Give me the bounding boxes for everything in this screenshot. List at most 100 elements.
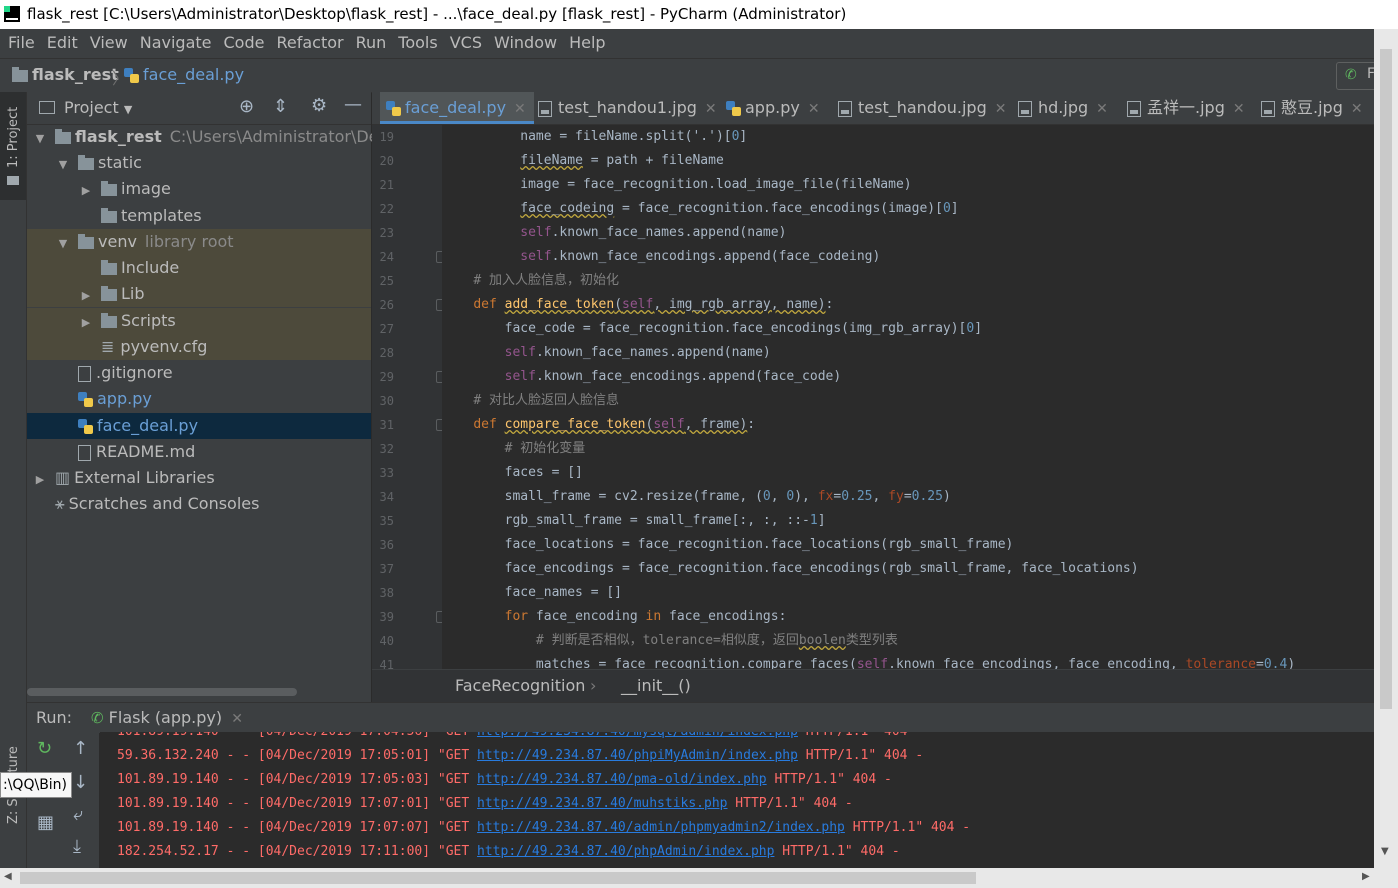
run-tab-flask[interactable]: ✆ Flask (app.py) ✕ bbox=[91, 708, 243, 727]
hide-panel-icon[interactable]: — bbox=[344, 94, 362, 115]
image-file-icon bbox=[838, 100, 852, 117]
run-configuration-widget[interactable]: ✆ F bbox=[1336, 62, 1378, 90]
menu-view[interactable]: View bbox=[84, 29, 134, 57]
run-console[interactable]: 101.89.19.140 - - [04/Dec/2019 17:04:56]… bbox=[100, 732, 1374, 868]
folder-icon bbox=[101, 285, 117, 301]
editor-tab[interactable]: face_deal.py ✕ bbox=[380, 92, 534, 124]
menu-window[interactable]: Window bbox=[488, 29, 563, 57]
breadcrumb-class[interactable]: FaceRecognition bbox=[455, 676, 585, 695]
tree-item[interactable]: ▼ flask_rest C:\Users\Administrator\Deskto… bbox=[27, 124, 423, 152]
horizontal-scrollbar-thumb[interactable] bbox=[20, 872, 976, 884]
editor-tab[interactable]: app.py ✕ bbox=[720, 92, 828, 124]
tree-item[interactable]: ▼ static bbox=[27, 150, 371, 176]
tree-item[interactable]: ▶ ▥ External Libraries bbox=[27, 465, 371, 491]
collapse-arrow-icon[interactable]: ▶ bbox=[79, 178, 93, 204]
locate-crosshair-icon[interactable]: ⊕ bbox=[239, 96, 254, 117]
nav-crumb-file[interactable]: face_deal.py bbox=[124, 65, 244, 84]
log-url-link[interactable]: http://49.234.87.40/admin/phpmyadmin2/in… bbox=[477, 820, 845, 835]
project-view-selector[interactable]: Project ▼ bbox=[64, 98, 132, 117]
close-icon[interactable]: ✕ bbox=[231, 711, 243, 727]
horizontal-scrollbar-thumb[interactable] bbox=[27, 688, 297, 696]
log-text: 101.89.19.140 - - [04/Dec/2019 17:05:03]… bbox=[117, 772, 478, 787]
close-icon[interactable]: ✕ bbox=[1233, 101, 1245, 117]
menu-code[interactable]: Code bbox=[218, 29, 271, 57]
close-icon[interactable]: ✕ bbox=[705, 101, 717, 117]
collapse-arrow-icon[interactable]: ▶ bbox=[79, 310, 93, 336]
python-file-icon bbox=[78, 419, 93, 434]
project-tool-tab[interactable]: 1: Project bbox=[0, 92, 26, 200]
collapse-all-icon[interactable]: ⇕ bbox=[273, 96, 288, 117]
line-number: 28 bbox=[379, 346, 394, 360]
line-number: 21 bbox=[379, 178, 394, 192]
horizontal-scrollbar[interactable]: ◀ ▶ bbox=[0, 868, 1398, 888]
close-icon[interactable]: ✕ bbox=[514, 101, 526, 117]
tree-item[interactable]: app.py bbox=[27, 386, 371, 412]
line-number: 33 bbox=[379, 466, 394, 480]
vertical-scrollbar-thumb[interactable] bbox=[1380, 49, 1392, 709]
tree-item[interactable]: templates bbox=[27, 203, 371, 229]
editor-tab[interactable]: 憨豆.jpg ✕ bbox=[1255, 92, 1371, 124]
editor-tab[interactable]: hd.jpg ✕ bbox=[1012, 92, 1116, 124]
scroll-right-arrow-icon[interactable]: ▶ bbox=[1362, 871, 1370, 882]
collapse-arrow-icon[interactable]: ▶ bbox=[33, 467, 47, 493]
scroll-down-icon[interactable]: ↓ bbox=[73, 772, 88, 793]
library-icon: ▥ bbox=[55, 468, 71, 487]
vertical-scrollbar[interactable]: ▼ bbox=[1374, 29, 1398, 868]
tree-item[interactable]: .gitignore bbox=[27, 360, 371, 386]
line-number: 24 bbox=[379, 250, 394, 264]
menu-help[interactable]: Help bbox=[563, 29, 611, 57]
soft-wrap-icon[interactable]: ⤶ bbox=[73, 804, 83, 825]
scroll-left-arrow-icon[interactable]: ◀ bbox=[4, 871, 12, 882]
menu-edit[interactable]: Edit bbox=[41, 29, 84, 57]
rerun-icon[interactable]: ↻ bbox=[37, 738, 52, 759]
editor-tab[interactable]: test_handou1.jpg ✕ bbox=[532, 92, 725, 124]
close-icon[interactable]: ✕ bbox=[1351, 101, 1363, 117]
editor-tab[interactable]: 孟祥一.jpg ✕ bbox=[1121, 92, 1253, 124]
tree-item[interactable]: ≣ pyvenv.cfg bbox=[27, 334, 371, 360]
tree-item[interactable]: ▼ venv library root bbox=[27, 229, 371, 255]
menu-tools[interactable]: Tools bbox=[392, 29, 443, 57]
tree-item[interactable]: ▶ Scripts bbox=[27, 308, 371, 334]
project-panel: Project ▼ ⊕ ⇕ ⚙ — ▼ flask_rest C:\Users\Ad… bbox=[27, 92, 423, 702]
gear-icon[interactable]: ⚙ bbox=[311, 95, 327, 116]
menu-run[interactable]: Run bbox=[350, 29, 393, 57]
log-url-link[interactable]: http://49.234.87.40/phpAdmin/index.php bbox=[477, 844, 774, 859]
log-url-link[interactable]: http://49.234.87.40/muhstiks.php bbox=[477, 796, 727, 811]
expand-arrow-icon[interactable]: ▼ bbox=[56, 152, 70, 178]
scroll-up-icon[interactable]: ↑ bbox=[73, 738, 88, 759]
tree-item[interactable]: face_deal.py bbox=[27, 413, 371, 439]
close-icon[interactable]: ✕ bbox=[995, 101, 1007, 117]
layout-icon[interactable]: ▦ bbox=[37, 812, 54, 833]
menu-vcs[interactable]: VCS bbox=[444, 29, 488, 57]
folder-icon bbox=[55, 128, 71, 144]
breadcrumb-method[interactable]: __init__() bbox=[621, 676, 691, 695]
chevron-right-icon: › bbox=[590, 676, 597, 695]
log-url-link[interactable]: http://49.234.87.40/phpiMyAdmin/index.ph… bbox=[477, 748, 798, 763]
line-number: 19 bbox=[379, 130, 394, 144]
code-editor[interactable]: name = fileName.split('.')[0] fileName =… bbox=[442, 125, 1374, 669]
editor-tab[interactable]: test_handou.jpg ✕ bbox=[832, 92, 1014, 124]
tree-item[interactable]: README.md bbox=[27, 439, 371, 465]
nav-crumb-project[interactable]: flask_rest bbox=[12, 65, 119, 84]
tree-item[interactable]: ▶ Lib bbox=[27, 281, 371, 307]
menu-file[interactable]: File bbox=[2, 29, 41, 57]
log-url-link[interactable]: http://49.234.87.40/mysql/admin/index.ph… bbox=[477, 732, 798, 739]
expand-arrow-icon[interactable]: ▼ bbox=[56, 231, 70, 257]
log-text: 101.89.19.140 - - [04/Dec/2019 17:04:56]… bbox=[117, 732, 477, 739]
log-url-link[interactable]: http://49.234.87.40/pma-old/index.php bbox=[477, 772, 767, 787]
tooltip: :\QQ\Bin) bbox=[0, 772, 72, 798]
tree-item[interactable]: ⚹ Scratches and Consoles bbox=[27, 491, 371, 517]
tree-item[interactable]: ▶ image bbox=[27, 176, 371, 202]
close-icon[interactable]: ✕ bbox=[1096, 101, 1108, 117]
python-file-icon bbox=[726, 101, 741, 116]
menu-refactor[interactable]: Refactor bbox=[270, 29, 349, 57]
scroll-down-arrow-icon[interactable]: ▼ bbox=[1381, 846, 1389, 857]
menu-navigate[interactable]: Navigate bbox=[134, 29, 218, 57]
phone-icon: ✆ bbox=[91, 709, 104, 727]
scroll-to-end-icon[interactable]: ⤓ bbox=[73, 836, 81, 857]
tree-item-label: flask_rest bbox=[75, 127, 162, 146]
collapse-arrow-icon[interactable]: ▶ bbox=[79, 283, 93, 309]
close-icon[interactable]: ✕ bbox=[808, 101, 820, 117]
expand-arrow-icon[interactable]: ▼ bbox=[33, 126, 47, 152]
tree-item[interactable]: Include bbox=[27, 255, 371, 281]
